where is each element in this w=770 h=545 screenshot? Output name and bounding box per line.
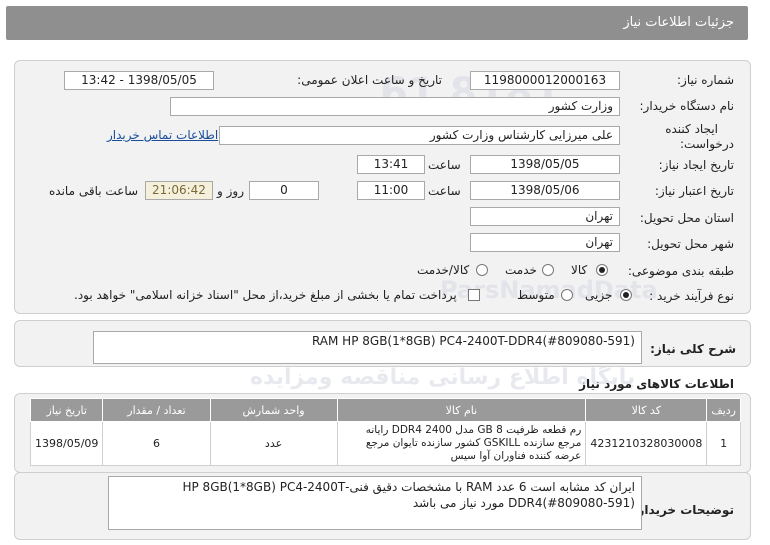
- validity-time-field: 11:00: [357, 181, 425, 200]
- col-qty: تعداد / مقدار: [102, 398, 211, 422]
- goods-table: ردیف کد کالا نام کالا واحد شمارش تعداد /…: [29, 398, 741, 466]
- buyer-org-field: وزارت کشور: [170, 97, 620, 116]
- col-name: نام کالا: [336, 398, 587, 422]
- creator-field: علی میرزایی کارشناس وزارت کشور: [219, 126, 620, 145]
- col-index: ردیف: [706, 398, 741, 422]
- created-time-label: ساعت: [428, 158, 461, 172]
- validity-time-label: ساعت: [428, 184, 461, 198]
- watermark-line: پایگاه اطلاع رسانی مناقصه ومزایده: [250, 365, 636, 390]
- category-goods-radio[interactable]: [596, 264, 608, 276]
- category-goods-service-label: کالا/خدمت: [417, 263, 470, 277]
- buyer-notes-line-2: DDR4(#809080-591) مورد نیاز می باشد: [412, 496, 635, 510]
- process-medium-label: متوسط: [517, 288, 555, 302]
- announce-label: تاریخ و ساعت اعلان عمومی:: [297, 73, 442, 87]
- treasury-bond-checkbox[interactable]: [468, 289, 480, 301]
- process-minor-radio[interactable]: [620, 289, 632, 301]
- buyer-org-label: نام دستگاه خریدار:: [639, 99, 735, 113]
- buyer-notes-field: ایران کد مشابه است 6 عدد RAM با مشخصات د…: [108, 476, 642, 530]
- process-label: نوع فرآیند خرید :: [649, 289, 734, 303]
- remaining-label: ساعت باقی مانده: [49, 184, 139, 198]
- table-row: 1 4231210328030008 رم قطعه ظرفیت 8 GB مد…: [29, 421, 741, 466]
- days-label: روز و: [217, 184, 244, 198]
- process-minor-label: جزیی: [585, 288, 613, 302]
- process-medium-radio[interactable]: [561, 289, 573, 301]
- buyer-notes-line-1: ایران کد مشابه است 6 عدد RAM با مشخصات د…: [182, 480, 635, 494]
- buyer-notes-label: توضیحات خریدار:: [632, 503, 734, 517]
- creator-label-2: درخواست:: [680, 137, 734, 151]
- category-service-label: خدمت: [505, 263, 537, 277]
- remaining-days-field: 0: [249, 181, 319, 200]
- remaining-time-field: 21:06:42: [145, 181, 213, 200]
- col-code: کد کالا: [585, 398, 708, 422]
- row-date: 1398/05/09: [29, 421, 104, 466]
- row-unit: عدد: [209, 421, 338, 466]
- row-name: رم قطعه ظرفیت 8 GB مدل DDR4 2400 رایانه …: [336, 421, 587, 466]
- creator-label-1: ایجاد کننده: [665, 122, 718, 136]
- province-field: تهران: [470, 207, 620, 226]
- row-code: 4231210328030008: [585, 421, 708, 466]
- city-label: شهر محل تحویل:: [647, 237, 734, 251]
- category-goods-label: کالا: [571, 263, 588, 277]
- announce-field: 1398/05/05 - 13:42: [64, 71, 214, 90]
- row-index: 1: [706, 421, 741, 466]
- summary-label: شرح کلی نیاز:: [650, 342, 736, 356]
- page-title: جزئیات اطلاعات نیاز: [623, 15, 734, 30]
- summary-field: RAM HP 8GB(1*8GB) PC4-2400T-DDR4(#809080…: [93, 331, 642, 364]
- need-number-field: 1198000012000163: [470, 71, 620, 90]
- payment-note: پرداخت تمام یا بخشی از مبلغ خرید،از محل …: [74, 288, 457, 302]
- buyer-contact-link[interactable]: اطلاعات تماس خریدار: [107, 128, 218, 142]
- validity-date-field: 1398/05/06: [470, 181, 620, 200]
- created-date-label: تاریخ ایجاد نیاز:: [658, 158, 734, 172]
- province-label: استان محل تحویل:: [639, 211, 734, 225]
- created-date-field: 1398/05/05: [470, 155, 620, 174]
- city-field: تهران: [470, 233, 620, 252]
- goods-section-title: اطلاعات کالاهای مورد نیاز: [579, 377, 734, 391]
- validity-label: تاریخ اعتبار نیاز:: [654, 184, 734, 198]
- created-time-field: 13:41: [357, 155, 425, 174]
- col-date: تاریخ نیاز: [29, 398, 104, 422]
- category-goods-service-radio[interactable]: [476, 264, 488, 276]
- need-number-label: شماره نیاز:: [677, 73, 734, 87]
- row-qty: 6: [102, 421, 211, 466]
- goods-table-header: ردیف کد کالا نام کالا واحد شمارش تعداد /…: [29, 398, 741, 422]
- col-unit: واحد شمارش: [209, 398, 338, 422]
- page-header: جزئیات اطلاعات نیاز: [6, 6, 748, 40]
- category-label: طبقه بندی موضوعی:: [627, 264, 734, 278]
- category-service-radio[interactable]: [542, 264, 554, 276]
